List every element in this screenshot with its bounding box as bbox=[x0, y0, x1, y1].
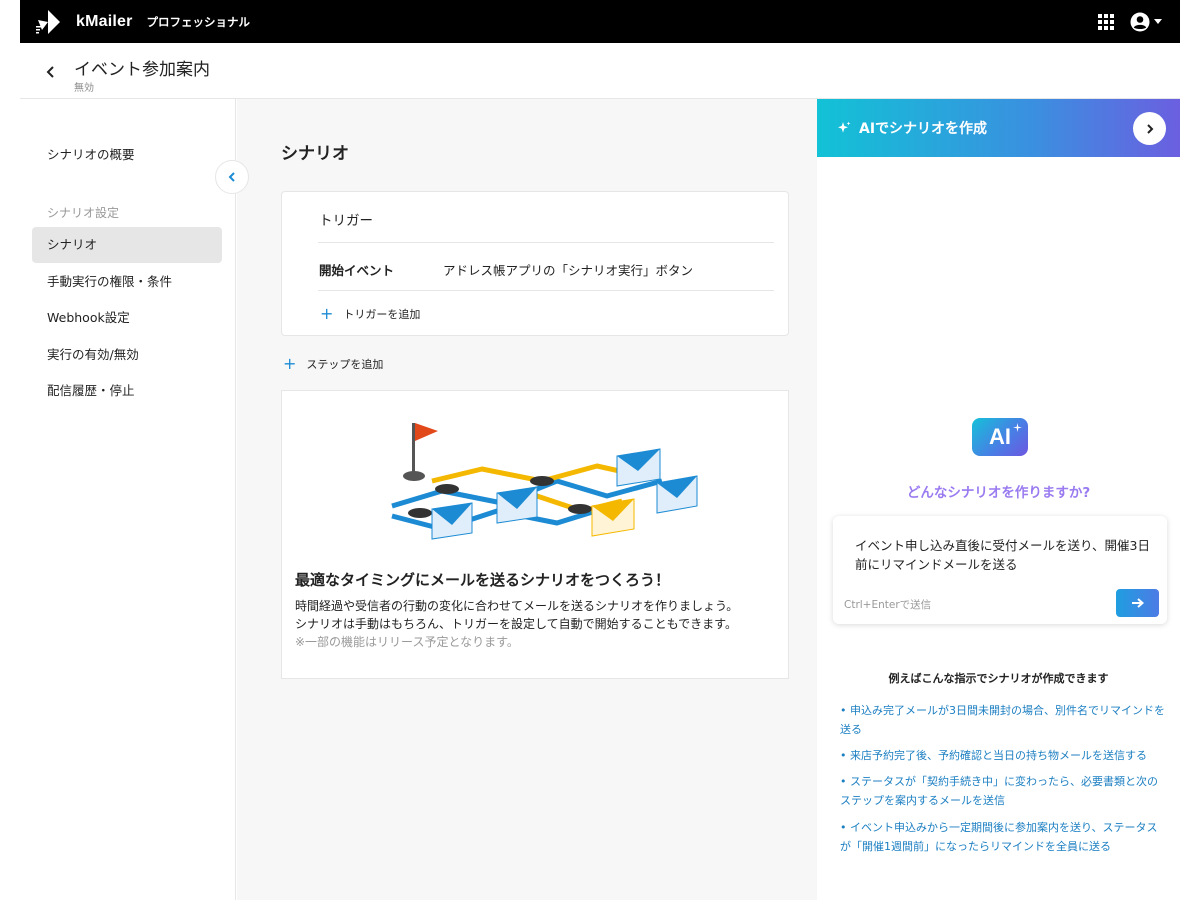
empty-state-line1: 時間経過や受信者の行動の変化に合わせてメールを送るシナリオを作りましょう。 bbox=[295, 599, 739, 613]
scenario-title: シナリオ bbox=[281, 144, 349, 164]
ai-banner-open-button[interactable] bbox=[1133, 112, 1166, 145]
sidebar-item-enable-disable[interactable]: 実行の有効/無効 bbox=[32, 337, 222, 373]
main-content: シナリオ トリガー 開始イベント アドレス帳アプリの「シナリオ実行」ボタン + … bbox=[237, 99, 817, 900]
chevron-left-icon bbox=[228, 172, 235, 182]
empty-state-line2: シナリオは手動はもちろん、トリガーを設定して自動で開始することもできます。 bbox=[295, 617, 737, 631]
edition-label: プロフェッショナル bbox=[146, 14, 251, 29]
page-header: イベント参加案内 無効 bbox=[20, 43, 1180, 99]
send-arrow-icon bbox=[1131, 598, 1144, 608]
example-prompt[interactable]: • イベント申込みから一定期間後に参加案内を送り、ステータスが「開催1週間前」に… bbox=[840, 818, 1165, 856]
sidebar-item-scenario[interactable]: シナリオ bbox=[32, 227, 222, 263]
account-menu[interactable] bbox=[1130, 12, 1162, 32]
chevron-right-icon bbox=[1146, 123, 1153, 134]
send-shortcut-hint: Ctrl+Enterで送信 bbox=[844, 599, 932, 611]
ai-prompt-box: イベント申し込み直後に受付メールを送り、開催3日前にリマインドメールを送る Ct… bbox=[833, 516, 1167, 624]
ai-banner-label: AIでシナリオを作成 bbox=[859, 121, 988, 137]
empty-state-note: ※一部の機能はリリース予定となります。 bbox=[295, 635, 519, 649]
start-event-value[interactable]: アドレス帳アプリの「シナリオ実行」ボタン bbox=[443, 260, 693, 279]
sidebar-item-delivery-history[interactable]: 配信履歴・停止 bbox=[32, 373, 222, 409]
add-trigger-button[interactable]: + トリガーを追加 bbox=[320, 306, 420, 322]
empty-state-card: 最適なタイミングにメールを送るシナリオをつくろう！ 時間経過や受信者の行動の変化… bbox=[281, 390, 789, 679]
add-step-button[interactable]: + ステップを追加 bbox=[283, 356, 383, 372]
sidebar-item-overview[interactable]: シナリオの概要 bbox=[32, 137, 222, 173]
back-button[interactable] bbox=[42, 63, 60, 81]
example-prompt[interactable]: • 来店予約完了後、予約確認と当日の持ち物メールを送信する bbox=[840, 746, 1165, 765]
sidebar-section-heading: シナリオ設定 bbox=[47, 206, 120, 220]
scenario-flow-illustration bbox=[391, 423, 698, 540]
ai-badge-icon: AI bbox=[972, 418, 1028, 456]
sidebar: シナリオの概要 シナリオ設定 シナリオ 手動実行の権限・条件 Webhook設定… bbox=[20, 99, 236, 900]
add-trigger-label: トリガーを追加 bbox=[343, 308, 421, 321]
trigger-title: トリガー bbox=[319, 213, 373, 229]
example-prompt[interactable]: • 申込み完了メールが3日間未開封の場合、別件名でリマインドを送る bbox=[840, 701, 1165, 739]
sparkle-icon bbox=[1013, 423, 1022, 432]
ai-badge-text: AI bbox=[989, 424, 1011, 449]
empty-state-title: 最適なタイミングにメールを送るシナリオをつくろう！ bbox=[295, 571, 671, 589]
apps-grid-icon[interactable] bbox=[1098, 13, 1114, 30]
divider bbox=[318, 290, 774, 291]
brand-name: kMailer bbox=[76, 12, 133, 30]
top-bar: kMailer プロフェッショナル bbox=[20, 0, 1180, 43]
sidebar-item-manual-permissions[interactable]: 手動実行の権限・条件 bbox=[32, 264, 222, 300]
start-event-label: 開始イベント bbox=[319, 263, 395, 278]
plus-icon: + bbox=[283, 354, 297, 373]
send-button[interactable] bbox=[1116, 589, 1159, 617]
trigger-card: トリガー 開始イベント アドレス帳アプリの「シナリオ実行」ボタン + トリガーを… bbox=[281, 191, 789, 336]
examples-title: 例えばこんな指示でシナリオが作成できます bbox=[888, 672, 1109, 685]
plus-icon: + bbox=[320, 304, 334, 323]
divider bbox=[318, 242, 774, 243]
ai-prompt-input[interactable]: イベント申し込み直後に受付メールを送り、開催3日前にリマインドメールを送る bbox=[855, 536, 1155, 574]
ai-question: どんなシナリオを作りますか? bbox=[906, 485, 1091, 501]
ai-create-banner[interactable]: AIでシナリオを作成 bbox=[817, 99, 1180, 157]
chevron-left-icon bbox=[46, 66, 54, 78]
add-step-label: ステップを追加 bbox=[306, 358, 384, 371]
sparkle-icon bbox=[838, 121, 851, 133]
collapse-sidebar-button[interactable] bbox=[215, 160, 249, 194]
account-circle-icon bbox=[1130, 12, 1150, 31]
scenario-status: 無効 bbox=[74, 83, 94, 94]
example-prompt[interactable]: • ステータスが「契約手続き中」に変わったら、必要書類と次のステップを案内するメ… bbox=[840, 772, 1165, 810]
kmailer-logo-icon[interactable] bbox=[34, 8, 62, 36]
empty-state-description: 時間経過や受信者の行動の変化に合わせてメールを送るシナリオを作りましょう。 シナ… bbox=[295, 597, 785, 651]
ai-panel: AIでシナリオを作成 AI どんなシナリオを作りますか? イベント申し込み直後に… bbox=[817, 99, 1180, 900]
caret-down-icon bbox=[1154, 19, 1162, 24]
sidebar-item-webhook[interactable]: Webhook設定 bbox=[32, 300, 222, 336]
page-title: イベント参加案内 bbox=[74, 60, 210, 80]
